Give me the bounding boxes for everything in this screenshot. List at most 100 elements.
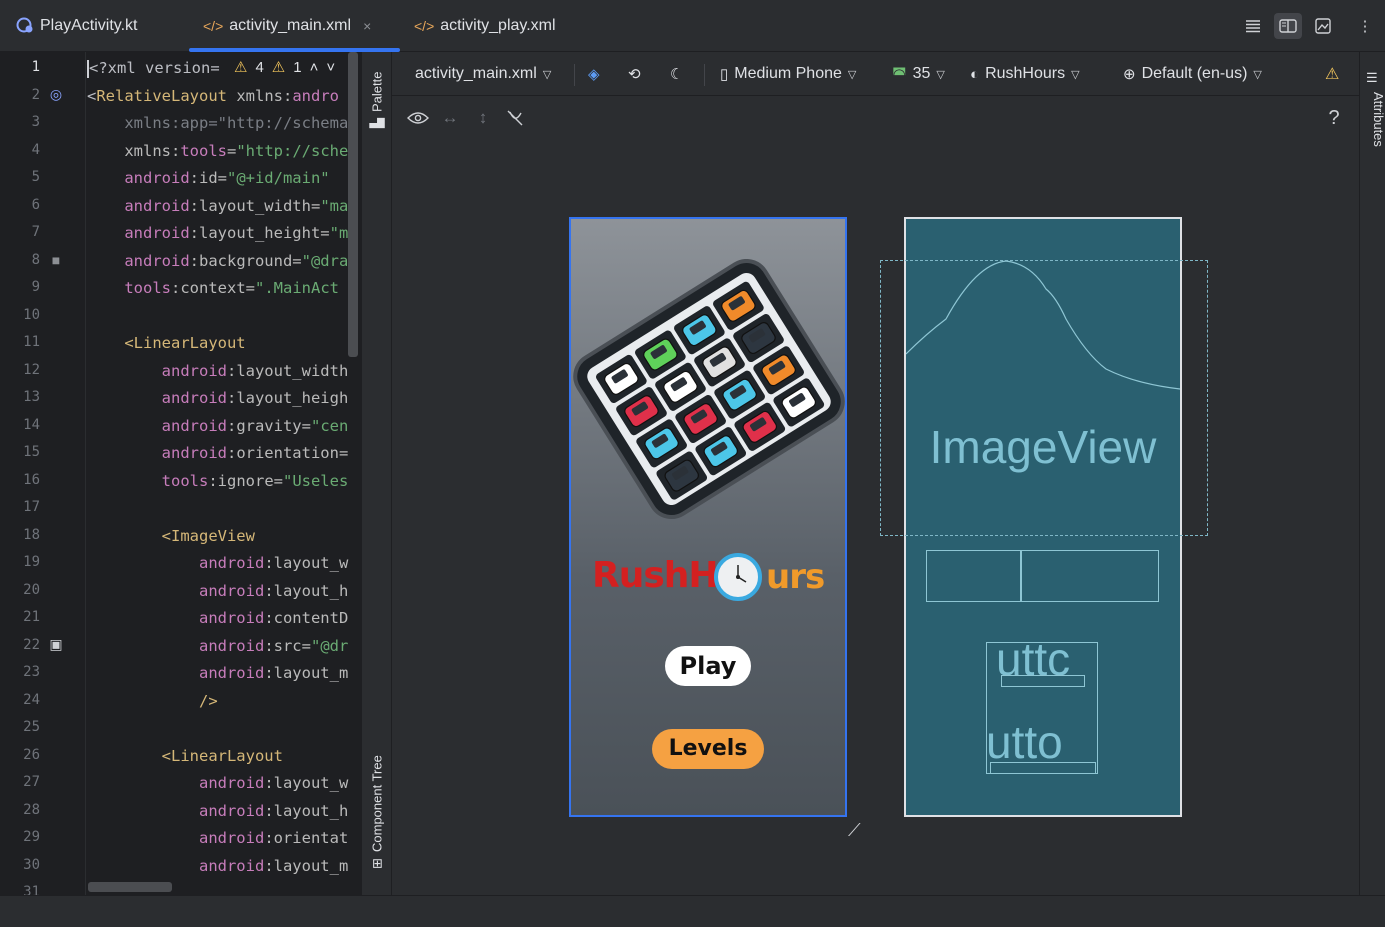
infer-constraints-icon[interactable] bbox=[501, 104, 529, 132]
component-tree-tab[interactable]: ⊞ Component Tree bbox=[362, 742, 392, 882]
design-view-icon[interactable] bbox=[1309, 13, 1337, 39]
moon-icon: ☾ bbox=[670, 66, 684, 83]
horizontal-scrollbar[interactable] bbox=[88, 882, 172, 892]
code-line[interactable]: android:orientat bbox=[87, 825, 348, 852]
vertical-scrollbar[interactable] bbox=[348, 52, 358, 357]
palette-tab[interactable]: ▙ Palette bbox=[362, 64, 392, 136]
code-token: :contentD bbox=[264, 609, 349, 627]
levels-button[interactable]: Levels bbox=[652, 729, 764, 769]
code-line[interactable]: android:orientation= bbox=[87, 440, 349, 467]
game-logo-image bbox=[573, 259, 845, 519]
eye-icon[interactable] bbox=[404, 104, 432, 132]
layout-icon[interactable]: ◎ bbox=[46, 85, 66, 105]
vertical-constraint-icon[interactable]: ↕ bbox=[469, 104, 497, 132]
code-token: <?xml version= bbox=[89, 59, 220, 77]
code-line[interactable]: <ImageView bbox=[87, 523, 255, 550]
line-number: 26 bbox=[23, 746, 40, 763]
code-line[interactable]: android:layout_h bbox=[87, 578, 348, 605]
code-token: tools bbox=[180, 141, 227, 160]
divider bbox=[704, 64, 705, 86]
code-line[interactable]: android:layout_width bbox=[87, 358, 349, 385]
horizontal-constraint-icon[interactable]: ↔ bbox=[436, 104, 464, 132]
linearlayout-bounds[interactable] bbox=[926, 550, 1159, 602]
code-token: xmlns: bbox=[236, 86, 293, 105]
code-token: :context= bbox=[171, 279, 255, 297]
code-line[interactable]: <?xml version= bbox=[87, 55, 220, 82]
code-line[interactable]: xmlns:tools="http://sche bbox=[87, 138, 348, 165]
code-line[interactable]: /> bbox=[87, 688, 218, 715]
line-number: 4 bbox=[31, 141, 40, 158]
code-line[interactable]: <RelativeLayout xmlns:andro bbox=[87, 83, 339, 110]
close-icon[interactable]: × bbox=[363, 18, 371, 34]
code-token: android bbox=[87, 444, 227, 462]
play-button[interactable]: Play bbox=[665, 646, 751, 686]
code-line[interactable]: android:layout_width="ma bbox=[87, 193, 348, 220]
warning-icon[interactable]: ⚠ bbox=[1325, 52, 1339, 96]
code-area[interactable]: <?xml version= <RelativeLayout xmlns:andr… bbox=[87, 52, 362, 895]
night-mode-toggle[interactable]: ☾ bbox=[670, 52, 689, 96]
right-side-strip: ☰ Attributes bbox=[1359, 52, 1385, 895]
code-line[interactable]: <LinearLayout bbox=[87, 743, 283, 770]
code-editor[interactable]: 1 2 3 4 5 6 7 8 9 10 11 12 13 14 15 16 17 18 19 20 21 22 23 24 2… bbox=[0, 52, 362, 895]
code-line[interactable]: android:background="@dra bbox=[87, 248, 348, 275]
color-swatch-icon[interactable]: ■ bbox=[46, 250, 66, 270]
line-number: 13 bbox=[23, 389, 40, 405]
resize-handle-icon[interactable]: ⟋ bbox=[848, 820, 861, 841]
line-number: 22 bbox=[23, 636, 40, 653]
line-number: 9 bbox=[31, 279, 40, 295]
code-line[interactable]: android:layout_heigh bbox=[87, 385, 349, 412]
prev-highlight-icon[interactable]: ˄ bbox=[310, 59, 319, 76]
imageview-bounds[interactable] bbox=[880, 260, 1208, 536]
code-line[interactable]: android:layout_m bbox=[87, 660, 348, 687]
code-line[interactable]: android:layout_h bbox=[87, 798, 348, 825]
code-token: ".MainAct bbox=[255, 279, 339, 297]
code-token: :layout_m bbox=[264, 664, 349, 682]
line-number: 7 bbox=[31, 224, 40, 240]
tab-activity-play[interactable]: </> activity_play.xml bbox=[414, 0, 556, 52]
code-token: :gravity= bbox=[226, 416, 311, 435]
design-canvas[interactable] bbox=[392, 140, 1359, 895]
next-highlight-icon[interactable]: ˅ bbox=[326, 59, 335, 76]
help-icon[interactable]: ? bbox=[1320, 104, 1348, 132]
code-line[interactable]: xmlns:app="http://schema bbox=[87, 110, 348, 137]
theme-selector[interactable]: ◐ RushHours ▽ bbox=[970, 52, 1080, 96]
code-view-icon[interactable] bbox=[1239, 13, 1267, 39]
line-number: 25 bbox=[23, 719, 40, 735]
orientation-toggle[interactable]: ⟲ bbox=[628, 52, 647, 96]
split-view-icon[interactable] bbox=[1274, 13, 1302, 39]
code-line[interactable]: tools:context=".MainAct bbox=[87, 275, 339, 302]
levels-button-bounds bbox=[990, 762, 1096, 774]
code-line[interactable]: tools:ignore="Useles bbox=[87, 468, 349, 495]
code-token: :layout_h bbox=[264, 581, 349, 600]
code-line[interactable]: <LinearLayout bbox=[87, 330, 245, 357]
code-token: android bbox=[87, 554, 265, 572]
design-surface-toggle[interactable]: ◈ bbox=[588, 52, 606, 96]
file-selector[interactable]: activity_main.xml ▽ bbox=[415, 52, 551, 96]
inspection-widget[interactable]: ⚠ 4 ⚠ 1 ˄ ˅ bbox=[234, 58, 335, 77]
line-number: 24 bbox=[23, 691, 40, 708]
code-line[interactable]: android:layout_m bbox=[87, 853, 348, 880]
code-line[interactable]: android:layout_w bbox=[87, 550, 348, 577]
weak-warning-icon: ⚠ bbox=[271, 59, 286, 76]
code-line[interactable]: android:src="@dr bbox=[87, 633, 348, 660]
locale-selector[interactable]: ⊕ Default (en-us) ▽ bbox=[1123, 52, 1262, 96]
more-options-icon[interactable]: ⋮ bbox=[1351, 13, 1379, 39]
api-selector[interactable]: ◚ 35 ▽ bbox=[892, 52, 945, 96]
attributes-icon: ☰ bbox=[1366, 70, 1378, 85]
code-line[interactable]: android:layout_height="m bbox=[87, 220, 348, 247]
code-line[interactable]: android:contentD bbox=[87, 605, 348, 632]
code-line[interactable]: android:id="@+id/main" bbox=[87, 165, 329, 192]
image-icon[interactable]: ▣ bbox=[46, 635, 66, 655]
code-token: tools bbox=[87, 471, 209, 490]
tab-playactivity[interactable]: PlayActivity.kt bbox=[16, 0, 138, 52]
line-number: 2 bbox=[31, 86, 40, 103]
code-token: /> bbox=[87, 691, 218, 710]
device-selector[interactable]: ▯ Medium Phone ▽ bbox=[720, 52, 856, 96]
code-line[interactable]: android:layout_w bbox=[87, 770, 348, 797]
code-token: :layout_m bbox=[264, 856, 349, 875]
attributes-tab[interactable]: Attributes bbox=[1360, 92, 1385, 147]
design-preview-phone[interactable] bbox=[569, 217, 847, 817]
tab-activity-main[interactable]: </> activity_main.xml × bbox=[189, 0, 400, 52]
code-line[interactable]: android:gravity="cen bbox=[87, 413, 349, 440]
code-token: :layout_heigh bbox=[226, 389, 349, 407]
